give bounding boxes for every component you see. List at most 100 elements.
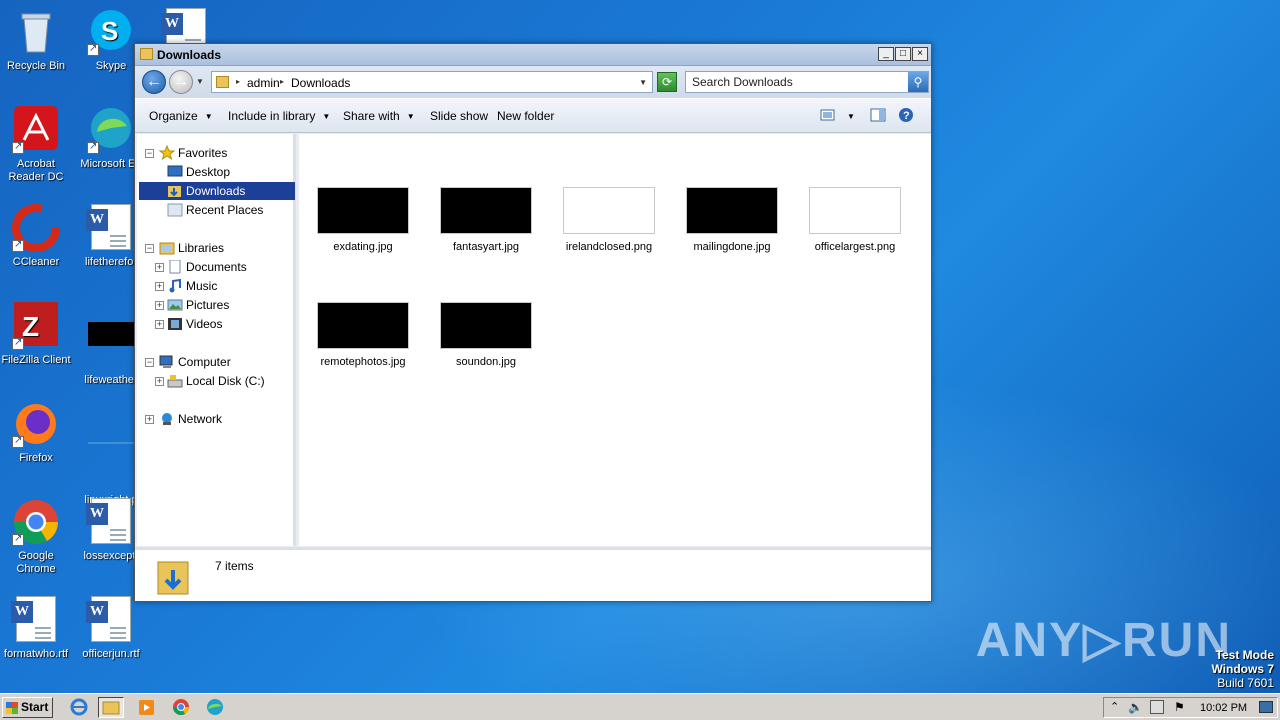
chevron-right-icon[interactable]: ▸	[236, 77, 240, 86]
nav-music[interactable]: + Music	[155, 277, 291, 295]
nav-network-label: Network	[178, 412, 223, 426]
minimize-button[interactable]: _	[878, 47, 894, 61]
nav-libraries[interactable]: − Libraries	[145, 239, 295, 257]
nav-documents[interactable]: + Documents	[155, 258, 291, 276]
show-desktop-icon[interactable]	[1259, 701, 1273, 713]
file-item[interactable]: irelandclosed.png	[554, 187, 664, 253]
edge-icon	[87, 106, 135, 154]
organize-menu[interactable]: Organize ▼	[149, 109, 213, 123]
start-button[interactable]: Start	[2, 697, 53, 718]
nav-local-disk-label: Local Disk (C:)	[186, 374, 265, 388]
nav-desktop-label: Desktop	[186, 165, 231, 179]
view-options-icon[interactable]	[820, 108, 836, 122]
taskbar-chrome[interactable]	[168, 697, 194, 718]
expand-icon[interactable]: +	[155, 377, 164, 386]
breadcrumb-downloads[interactable]: Downloads	[291, 76, 350, 90]
file-item[interactable]: soundon.jpg	[431, 302, 541, 368]
folder-icon	[216, 76, 229, 88]
start-label: Start	[21, 700, 49, 714]
file-item[interactable]: mailingdone.jpg	[677, 187, 787, 253]
videos-icon	[167, 317, 183, 331]
breadcrumb[interactable]: ▸ admin ▸ Downloads ▼	[211, 71, 653, 93]
file-item[interactable]: remotephotos.jpg	[308, 302, 418, 368]
expand-icon[interactable]: +	[155, 301, 164, 310]
include-in-library-menu[interactable]: Include in library ▼	[228, 109, 330, 123]
nav-videos[interactable]: + Videos	[155, 315, 291, 333]
desktop-icon-ccleaner[interactable]: CCleaner	[0, 204, 74, 269]
nav-pictures[interactable]: + Pictures	[155, 296, 291, 314]
desktop-icon-formatwho[interactable]: W formatwho.rtf	[0, 596, 74, 661]
nav-recent-places[interactable]: Recent Places	[165, 201, 291, 219]
expand-icon[interactable]: +	[155, 263, 164, 272]
nav-downloads-label: Downloads	[186, 184, 246, 198]
desktop-icon-label: lifeweather	[84, 374, 138, 386]
expand-icon[interactable]: +	[155, 320, 164, 329]
item-count: 7 items	[215, 559, 254, 573]
view-dropdown-icon[interactable]: ▼	[847, 112, 855, 121]
search-input[interactable]	[686, 72, 908, 92]
history-dropdown-icon[interactable]: ▼	[196, 77, 204, 86]
taskbar-ie[interactable]	[66, 697, 92, 718]
desktop-icon-acrobat[interactable]: Acrobat Reader DC	[0, 106, 74, 184]
nav-recent-places-label: Recent Places	[186, 203, 264, 217]
documents-icon	[167, 259, 183, 274]
nav-local-disk[interactable]: + Local Disk (C:)	[155, 372, 291, 390]
address-bar: ← → ▼ ▸ admin ▸ Downloads ▼ ⟳ ⚲	[135, 66, 931, 98]
window-title: Downloads	[157, 48, 222, 62]
volume-icon[interactable]: 🔈	[1128, 700, 1143, 714]
address-dropdown-icon[interactable]: ▼	[639, 78, 647, 87]
collapse-icon[interactable]: −	[145, 149, 154, 158]
show-hidden-icons-icon[interactable]: ⌃	[1110, 700, 1119, 713]
file-item[interactable]: exdating.jpg	[308, 187, 418, 253]
slide-show-button[interactable]: Slide show	[430, 109, 488, 123]
share-with-menu[interactable]: Share with ▼	[343, 109, 415, 123]
help-icon[interactable]: ?	[898, 107, 914, 123]
nav-downloads[interactable]: Downloads	[139, 182, 295, 200]
expand-icon[interactable]: +	[155, 282, 164, 291]
taskbar-media-player[interactable]	[134, 697, 160, 718]
image-thumbnail	[563, 187, 655, 234]
clock[interactable]: 10:02 PM	[1200, 702, 1247, 714]
title-bar[interactable]: Downloads _ □ ×	[135, 44, 931, 66]
nav-pictures-label: Pictures	[186, 298, 230, 312]
file-item[interactable]: officelargest.png	[800, 187, 910, 253]
nav-network[interactable]: + Network	[145, 410, 295, 428]
taskbar-explorer[interactable]	[98, 697, 124, 718]
desktop-icon-recycle-bin[interactable]: Recycle Bin	[0, 8, 74, 73]
back-button[interactable]: ←	[142, 70, 166, 94]
maximize-button[interactable]: □	[895, 47, 911, 61]
search-icon[interactable]: ⚲	[908, 72, 928, 92]
collapse-icon[interactable]: −	[145, 244, 154, 253]
forward-button[interactable]: →	[169, 70, 193, 94]
recycle-bin-icon	[12, 8, 60, 56]
desktop-icon-label: Recycle Bin	[6, 60, 66, 72]
image-thumbnail-icon	[87, 322, 135, 370]
image-thumbnail	[686, 187, 778, 234]
search-box[interactable]: ⚲	[685, 71, 929, 93]
refresh-button[interactable]: ⟳	[657, 72, 677, 92]
breadcrumb-admin[interactable]: admin	[247, 76, 280, 90]
build-label: Build 7601	[1217, 676, 1274, 690]
word-document-icon: W	[86, 498, 135, 546]
chevron-right-icon[interactable]: ▸	[280, 77, 284, 86]
desktop-icon-filezilla[interactable]: Z FileZilla Client	[0, 302, 74, 367]
nav-computer[interactable]: − Computer	[145, 353, 295, 371]
close-button[interactable]: ×	[912, 47, 928, 61]
desktop-icon-label: Skype	[95, 60, 127, 72]
nav-favorites[interactable]: − Favorites	[145, 144, 295, 162]
taskbar-edge[interactable]	[202, 697, 228, 718]
desktop-icon-label: Google Chrome	[16, 550, 56, 575]
desktop-icon-firefox[interactable]: Firefox	[0, 400, 74, 465]
expand-icon[interactable]: +	[145, 415, 154, 424]
action-center-flag-icon[interactable]: ⚑	[1174, 700, 1185, 714]
nav-desktop[interactable]: Desktop	[165, 163, 291, 181]
network-status-icon[interactable]	[1150, 700, 1164, 714]
collapse-icon[interactable]: −	[145, 358, 154, 367]
desktop-icon-officerjun[interactable]: W officerjun.rtf	[73, 596, 149, 661]
file-item[interactable]: fantasyart.jpg	[431, 187, 541, 253]
new-folder-button[interactable]: New folder	[497, 109, 554, 123]
desktop-icon-chrome[interactable]: Google Chrome	[0, 498, 74, 576]
details-pane: 7 items	[135, 547, 931, 601]
preview-pane-icon[interactable]	[870, 108, 886, 122]
file-name: irelandclosed.png	[565, 241, 653, 253]
